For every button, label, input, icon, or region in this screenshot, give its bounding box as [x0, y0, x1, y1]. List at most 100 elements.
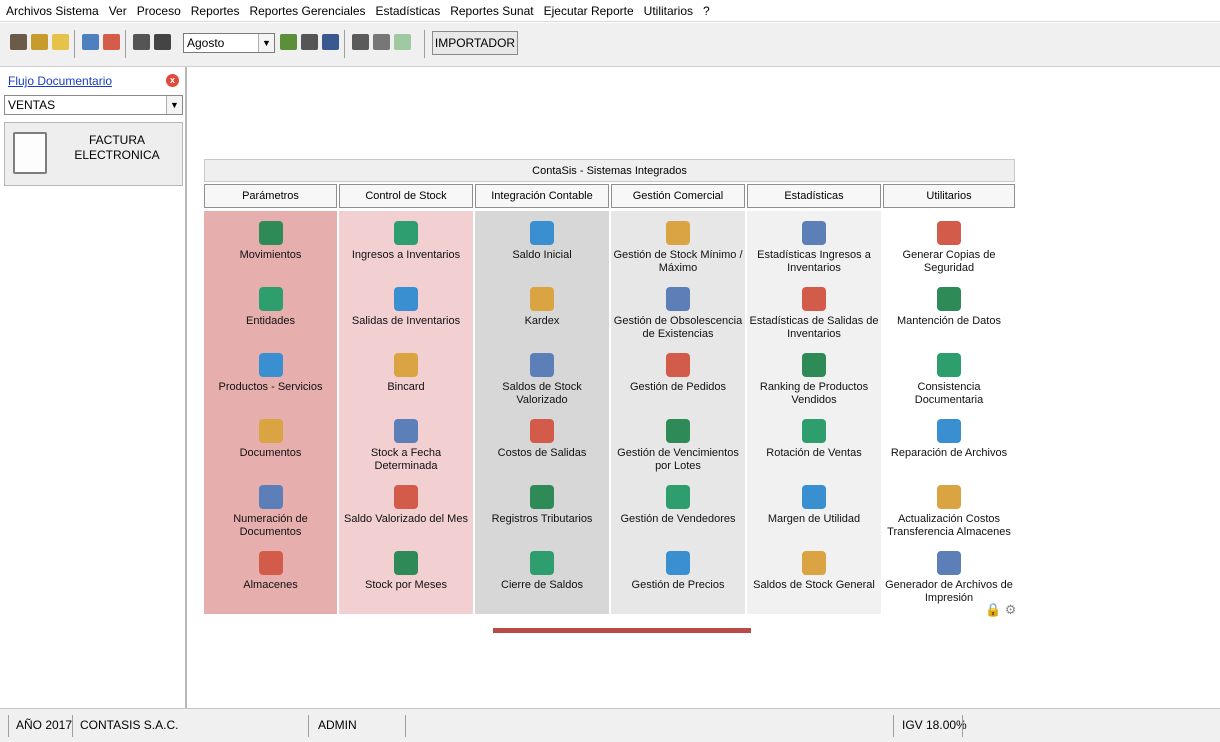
status-igv: IGV 18.00% [902, 718, 967, 732]
module-item-label: Generar Copias de Seguridad [902, 249, 996, 274]
module-item-icon [937, 551, 961, 575]
exit-icon[interactable] [352, 34, 369, 50]
module-item-label: Gestión de Vendedores [620, 513, 736, 525]
module-item[interactable]: Registros Tributarios [475, 475, 609, 541]
month-select[interactable]: Agosto ▼ [183, 33, 275, 53]
module-item[interactable]: Gestión de Vencimientos por Lotes [611, 409, 745, 475]
status-separator [8, 715, 9, 737]
module-item[interactable]: Documentos [204, 409, 337, 475]
screen-icon[interactable] [322, 34, 339, 50]
lock-icon: 🔒 ⚙ [985, 602, 1017, 617]
module-item-icon [530, 419, 554, 443]
module-item-icon [394, 551, 418, 575]
menu-utilitarios[interactable]: Utilitarios [644, 4, 693, 18]
module-item[interactable]: Saldo Valorizado del Mes [339, 475, 473, 541]
tab-gestion-comercial[interactable]: Gestión Comercial [611, 184, 745, 208]
module-item-icon [802, 221, 826, 245]
menu-reportes[interactable]: Reportes [191, 4, 240, 18]
module-item[interactable]: Estadísticas Ingresos a Inventarios [747, 211, 881, 277]
status-separator [72, 715, 73, 737]
module-item[interactable]: Rotación de Ventas [747, 409, 881, 475]
menu-ejecutar-reporte[interactable]: Ejecutar Reporte [544, 4, 634, 18]
module-item-label: Gestión de Precios [631, 579, 725, 591]
module-item-icon [258, 419, 283, 443]
import-icon[interactable] [82, 34, 99, 50]
module-item-icon [394, 419, 418, 443]
module-item-label: Mantención de Datos [897, 315, 1001, 327]
module-item[interactable]: Gestión de Obsolescencia de Existencias [611, 277, 745, 343]
menu-reportes-gerenciales[interactable]: Reportes Gerenciales [249, 4, 365, 18]
module-item[interactable]: Stock a Fecha Determinada [339, 409, 473, 475]
module-item-label: Stock a Fecha Determinada [370, 447, 442, 472]
printer-icon[interactable] [301, 34, 318, 50]
tab-parametros[interactable]: Parámetros [204, 184, 337, 208]
module-item-label: Reparación de Archivos [890, 447, 1008, 459]
open-folder-icon[interactable] [52, 34, 69, 50]
module-item[interactable]: Movimientos [204, 211, 337, 277]
module-item[interactable]: Numeración de Documentos [204, 475, 337, 541]
status-separator [962, 715, 963, 737]
menu-archivos[interactable]: Archivos Sistema [6, 4, 99, 18]
module-item-label: Ranking de Productos Vendidos [759, 381, 869, 406]
module-item[interactable]: Gestión de Stock Mínimo / Máximo [611, 211, 745, 277]
tools-icon[interactable] [31, 34, 48, 50]
module-item[interactable]: Margen de Utilidad [747, 475, 881, 541]
module-item[interactable]: Cierre de Saldos [475, 541, 609, 607]
menu-reportes-sunat[interactable]: Reportes Sunat [450, 4, 533, 18]
module-select[interactable]: VENTAS ▼ [4, 95, 183, 115]
module-item[interactable]: Gestión de Precios [611, 541, 745, 607]
module-item[interactable]: Salidas de Inventarios [339, 277, 473, 343]
users-icon[interactable] [10, 34, 27, 50]
menu-ver[interactable]: Ver [109, 4, 127, 18]
module-item[interactable]: Generador de Archivos de Impresión [883, 541, 1015, 607]
menu-estadisticas[interactable]: Estadísticas [376, 4, 441, 18]
tab-estadisticas[interactable]: Estadísticas [747, 184, 881, 208]
module-item[interactable]: Ingresos a Inventarios [339, 211, 473, 277]
module-item[interactable]: Gestión de Pedidos [611, 343, 745, 409]
module-item-icon [666, 419, 690, 443]
module-item[interactable]: Mantención de Datos [883, 277, 1015, 343]
export-icon[interactable] [103, 34, 120, 50]
status-year: AÑO 2017 [16, 718, 73, 732]
chevron-down-icon[interactable]: ▼ [258, 34, 274, 52]
month-value: Agosto [187, 36, 225, 50]
module-item[interactable]: Gestión de Vendedores [611, 475, 745, 541]
module-item-icon [666, 287, 690, 311]
menu-help[interactable]: ? [703, 4, 710, 18]
calendar-icon[interactable] [280, 34, 297, 50]
module-item[interactable]: Reparación de Archivos [883, 409, 1015, 475]
module-item[interactable]: Entidades [204, 277, 337, 343]
flujo-documentario-link[interactable]: Flujo Documentario [8, 74, 112, 88]
module-item[interactable]: Actualización Costos Transferencia Almac… [883, 475, 1015, 541]
module-item[interactable]: Productos - Servicios [204, 343, 337, 409]
importador-button[interactable]: IMPORTADOR [432, 31, 518, 55]
module-item[interactable]: Saldo Inicial [475, 211, 609, 277]
module-item[interactable]: Ranking de Productos Vendidos [747, 343, 881, 409]
module-item-icon [666, 221, 690, 245]
tab-utilitarios[interactable]: Utilitarios [883, 184, 1015, 208]
module-item[interactable]: Stock por Meses [339, 541, 473, 607]
tab-control-stock[interactable]: Control de Stock [339, 184, 473, 208]
menu-proceso[interactable]: Proceso [137, 4, 181, 18]
module-item[interactable]: Bincard [339, 343, 473, 409]
help-icon[interactable] [373, 34, 390, 50]
close-icon[interactable]: x [166, 74, 179, 87]
left-panel: Flujo Documentario x VENTAS ▼ FACTURA EL… [0, 67, 187, 708]
module-item[interactable]: Saldos de Stock General [747, 541, 881, 607]
module-item-icon [802, 353, 826, 377]
toolbar-separator [74, 30, 75, 58]
factura-electronica-button[interactable]: FACTURA ELECTRONICA [4, 122, 183, 186]
module-item[interactable]: Almacenes [204, 541, 337, 607]
calculator-icon[interactable] [133, 34, 150, 50]
module-item[interactable]: Kardex [475, 277, 609, 343]
module-item[interactable]: Consistencia Documentaria [883, 343, 1015, 409]
chevron-down-icon[interactable]: ▼ [166, 96, 182, 114]
module-item[interactable]: Estadísticas de Salidas de Inventarios [747, 277, 881, 343]
tab-integracion-contable[interactable]: Integración Contable [475, 184, 609, 208]
module-item[interactable]: Generar Copias de Seguridad [883, 211, 1015, 277]
module-item[interactable]: Costos de Salidas [475, 409, 609, 475]
module-item[interactable]: Saldos de Stock Valorizado [475, 343, 609, 409]
user-support-icon[interactable] [394, 34, 411, 50]
window-icon[interactable] [154, 34, 171, 50]
module-item-label: Ingresos a Inventarios [351, 249, 461, 261]
